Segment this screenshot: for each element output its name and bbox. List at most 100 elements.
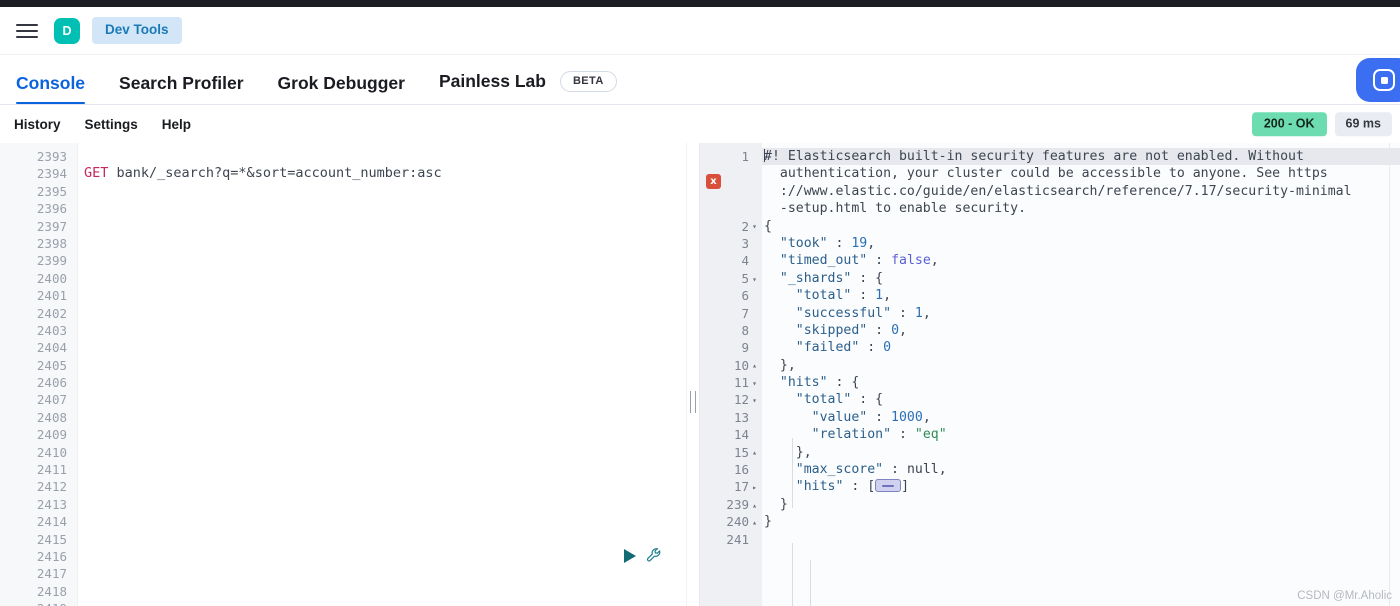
response-code-line: }, <box>764 357 796 373</box>
right-edge-divider <box>1389 143 1390 606</box>
fold-toggle-icon[interactable]: ▴ <box>749 444 760 461</box>
hamburger-menu-icon[interactable] <box>16 21 42 41</box>
response-line-number: 9 <box>700 339 762 356</box>
request-editor[interactable]: 2393 2394 2395 2396 2397 2398 2399 2400 2401 2402… <box>0 143 686 606</box>
request-code-line <box>84 496 686 513</box>
fold-toggle-icon[interactable]: ▴ <box>749 497 760 514</box>
response-line-number: 5 ▾ <box>700 270 762 287</box>
subnav-item-history[interactable]: History <box>14 117 61 132</box>
request-code-line <box>84 305 686 322</box>
splitter-grip-icon <box>690 391 696 413</box>
beta-badge: BETA <box>559 71 617 92</box>
request-code-line <box>84 409 686 426</box>
app-header: D Dev Tools <box>0 7 1400 55</box>
request-code-line <box>84 461 686 478</box>
tab-painless-lab[interactable]: Painless Lab BETA <box>439 71 617 104</box>
error-marker-icon[interactable]: x <box>706 174 721 189</box>
tab-painless-lab-label: Painless Lab <box>438 70 546 91</box>
subnav-item-settings[interactable]: Settings <box>85 117 138 132</box>
request-line-numbers: 2393 2394 2395 2396 2397 2398 2399 2400 2401 2402… <box>0 143 77 606</box>
indent-guide <box>792 543 793 606</box>
response-line-number: 17 ▸ <box>700 478 762 495</box>
breadcrumb[interactable]: Dev Tools <box>92 17 182 44</box>
fold-toggle-icon[interactable]: ▾ <box>749 218 760 235</box>
wrench-icon[interactable] <box>646 547 663 564</box>
request-code-line <box>84 270 686 287</box>
response-warning-line: -setup.html to enable security. <box>764 201 1027 217</box>
tab-console[interactable]: Console <box>16 74 86 105</box>
indent-guide <box>792 438 793 508</box>
tab-search-profiler[interactable]: Search Profiler <box>119 72 244 105</box>
console-panes: 2393 2394 2395 2396 2397 2398 2399 2400 2401 2402… <box>0 143 1400 606</box>
tab-search-profiler-label: Search Profiler <box>119 72 244 93</box>
request-line-number: 2400 <box>36 270 67 286</box>
fold-toggle-icon[interactable]: ▾ <box>749 375 760 392</box>
response-status-group: 200 - OK 69 ms <box>1251 112 1392 136</box>
fold-toggle-icon[interactable]: ▴ <box>749 514 760 531</box>
response-line-number: 10 ▴ <box>700 357 762 374</box>
avatar[interactable]: D <box>54 17 80 44</box>
fold-toggle-icon[interactable]: ▾ <box>749 271 760 288</box>
request-line-number: 2399 <box>36 253 67 269</box>
fold-toggle-icon[interactable]: ▸ <box>749 479 760 496</box>
response-code-line: } <box>764 514 772 530</box>
response-warning-line: #! Elasticsearch built-in security featu… <box>762 148 1400 166</box>
request-line-number: 2405 <box>36 357 67 373</box>
request-line-number: 2415 <box>36 531 67 547</box>
fold-toggle-icon[interactable]: ▾ <box>749 392 760 409</box>
request-code-line <box>84 200 686 217</box>
request-line-number: 2401 <box>36 288 67 304</box>
pane-splitter[interactable] <box>686 143 700 606</box>
response-code-line: "skipped" : 0, <box>795 322 907 338</box>
request-code-line <box>84 339 686 356</box>
request-line-number: 2403 <box>36 322 67 338</box>
play-triangle-icon[interactable] <box>622 548 637 564</box>
indent-guide <box>810 560 811 606</box>
request-code-line <box>84 252 686 269</box>
response-line-number: 6 <box>700 287 762 304</box>
response-code-line: "value" : 1000, <box>811 409 931 425</box>
request-code-line <box>84 531 686 548</box>
response-line-number: 13 <box>700 409 762 426</box>
request-code[interactable]: GET bank/_search?q=*&sort=account_number… <box>78 148 686 606</box>
request-line-number: 2393 <box>36 149 67 164</box>
request-code-line: GET bank/_search?q=*&sort=account_number… <box>84 165 686 182</box>
response-warning-line: ://www.elastic.co/guide/en/elasticsearch… <box>764 183 1352 199</box>
duration-badge: 69 ms <box>1334 112 1392 136</box>
response-line-number: 1 <box>700 148 762 165</box>
request-line-number: 2398 <box>36 235 67 251</box>
collapsed-array-chip[interactable] <box>875 479 902 493</box>
fold-toggle-icon[interactable]: ▴ <box>749 357 760 374</box>
status-badge: 200 - OK <box>1251 112 1327 136</box>
response-code-line: "hits" : { <box>779 375 860 391</box>
kibana-dev-tools-console: D Dev Tools Console Search Profiler Grok… <box>0 0 1400 606</box>
response-code-line: "took" : 19, <box>779 235 876 251</box>
request-code-line <box>84 235 686 252</box>
subnav-item-help[interactable]: Help <box>162 117 191 132</box>
response-code-line: "_shards" : { <box>779 270 884 286</box>
help-square-icon[interactable] <box>1356 58 1400 102</box>
response-code-line: }, <box>764 444 812 460</box>
console-subnav: History Settings Help 200 - OK 69 ms <box>0 105 1400 143</box>
request-line-number: 2410 <box>36 444 67 460</box>
response-line-number: 4 <box>700 252 762 269</box>
request-actions <box>622 547 663 564</box>
response-viewer[interactable]: 1 2 ▾ 3 4 5 ▾ 6 7 8 9 10 ▴ 11 ▾ 12 ▾ 13 14 15 ▴ 16 1… <box>700 143 1400 606</box>
response-line-number <box>700 200 762 217</box>
request-line-number: 2402 <box>36 305 67 321</box>
watermark: CSDN @Mr.Aholic <box>1297 590 1392 602</box>
request-line-number: 2416 <box>36 548 67 564</box>
request-line-number: 2396 <box>36 201 67 217</box>
response-line-number: 7 <box>700 305 762 322</box>
request-line-number: 2406 <box>36 375 67 391</box>
response-code-line <box>762 531 1400 548</box>
request-code-line <box>84 183 686 200</box>
tab-grok-debugger[interactable]: Grok Debugger <box>278 74 405 105</box>
help-square-glyph <box>1373 69 1395 91</box>
